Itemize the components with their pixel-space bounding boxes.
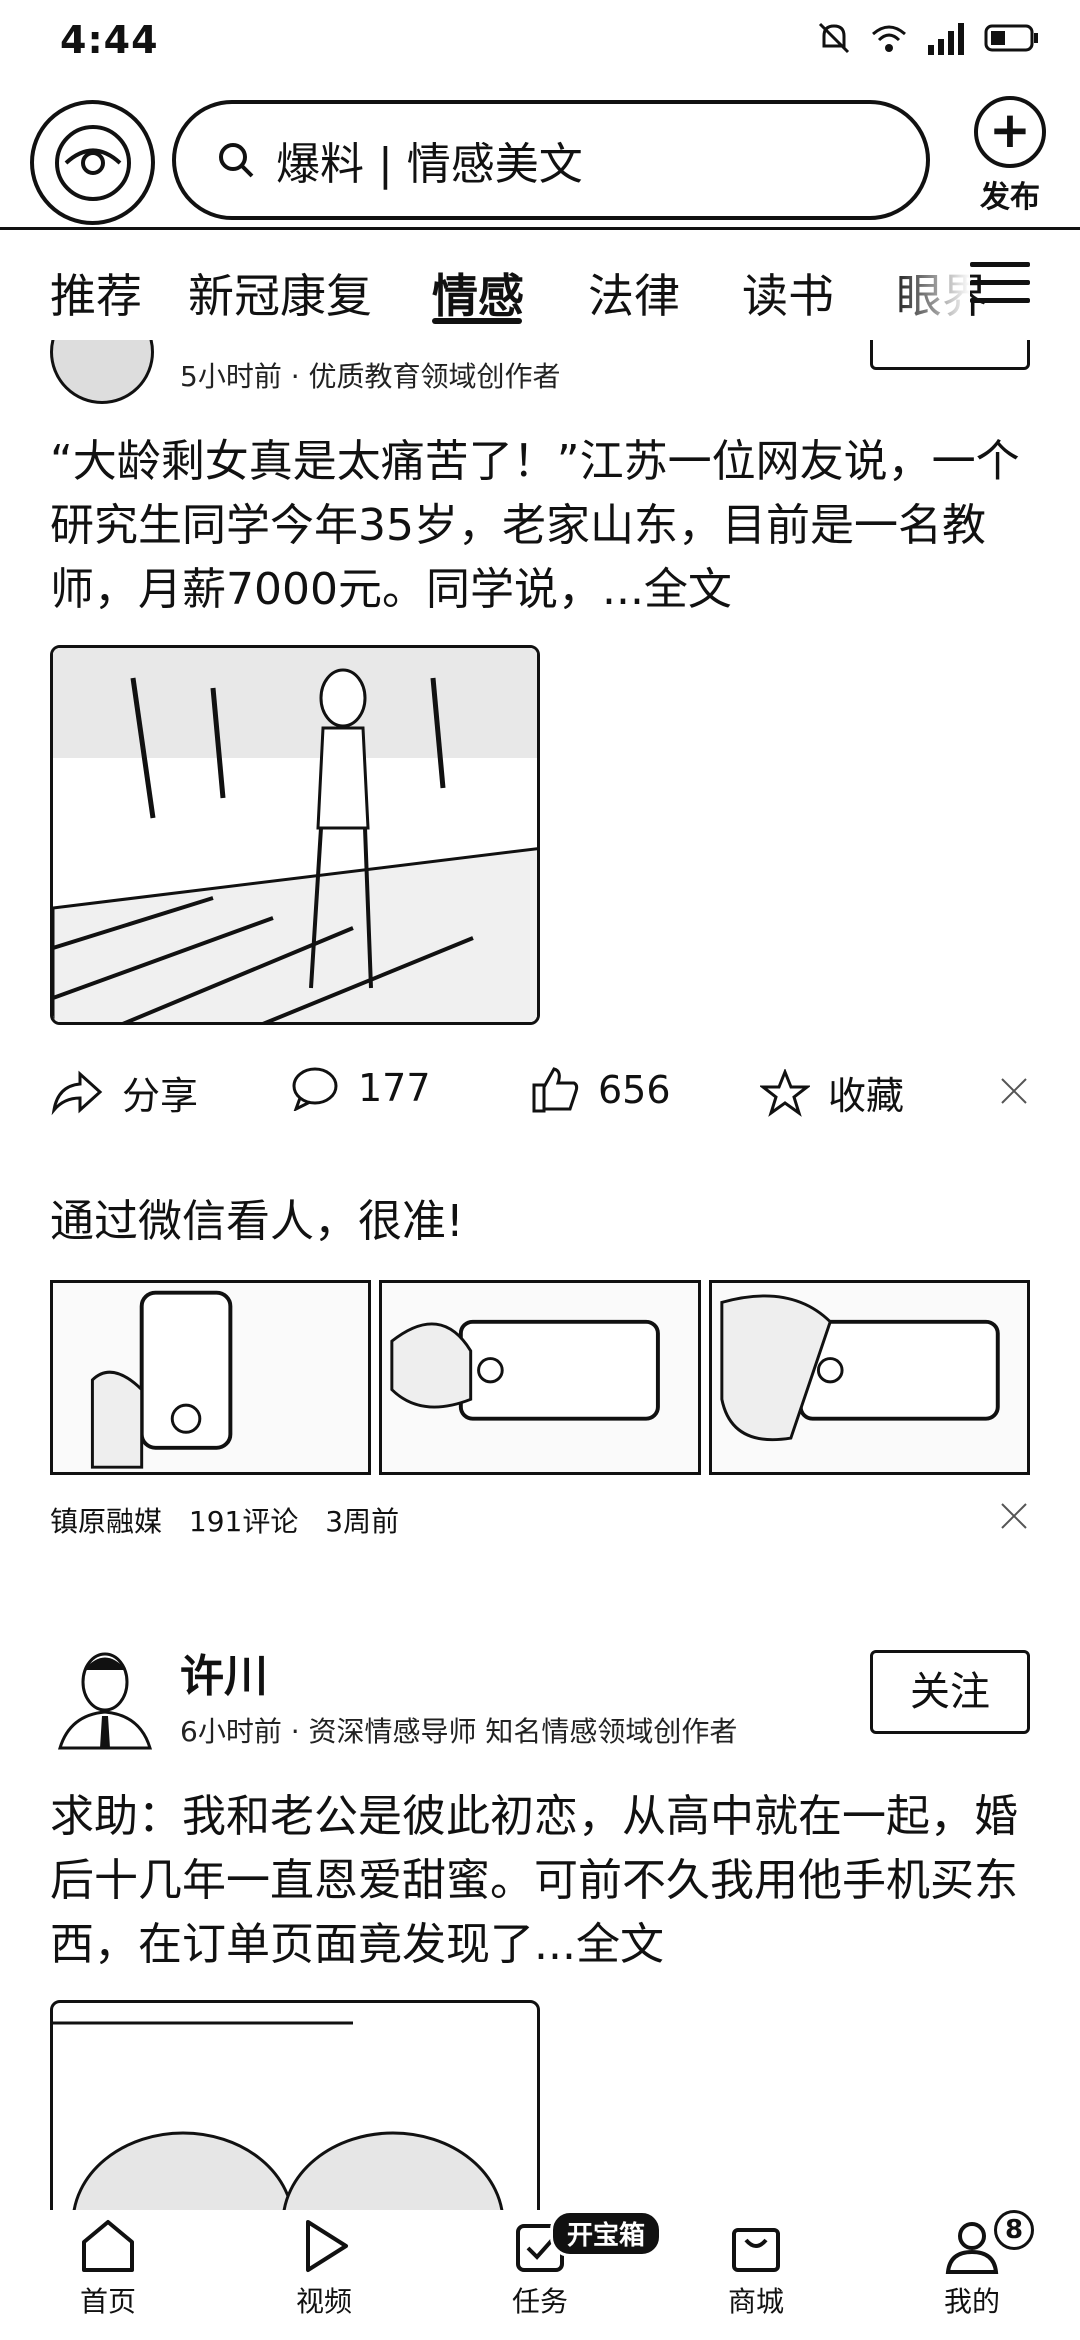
search-icon — [219, 143, 254, 178]
nav-mall[interactable]: 商城 — [696, 2216, 816, 2320]
news-feed[interactable]: 5小时前 · 优质教育领域创作者 “大龄剩女真是太痛苦了！”江苏一位网友说，一个… — [0, 340, 1080, 2210]
status-icons — [816, 20, 1040, 56]
post-footer: 镇原融媒 191评论 3周前 — [50, 1500, 1050, 1540]
street-photo — [53, 648, 537, 1022]
share-label: 分享 — [122, 1074, 199, 1118]
close-icon[interactable] — [998, 1500, 1030, 1532]
follow-button[interactable] — [870, 340, 1030, 370]
nav-video-label: 视频 — [295, 2285, 352, 2318]
favorite-label: 收藏 — [828, 1074, 905, 1118]
bag-icon — [732, 2228, 780, 2272]
tab-menu-icon[interactable] — [970, 262, 1030, 312]
tabs-fade — [890, 240, 970, 330]
phone-hand-image — [390, 1319, 661, 1421]
nav-home-label: 首页 — [79, 2285, 136, 2318]
tab-reading[interactable]: 读书 — [742, 260, 834, 326]
thumb-image — [50, 1280, 372, 1475]
tab-law[interactable]: 法律 — [588, 260, 680, 326]
like-action[interactable]: 656 — [530, 1065, 671, 1115]
follow-button[interactable]: 关注 — [870, 1650, 1030, 1734]
heads-photo — [53, 2021, 504, 2210]
play-icon — [306, 2220, 348, 2272]
post-title[interactable]: 通过微信看人，很准! — [50, 1190, 464, 1254]
nav-task-label: 任务 — [511, 2285, 568, 2318]
tab-emotion[interactable]: 情感 — [432, 260, 524, 326]
battery-icon — [984, 24, 1038, 52]
active-tab-indicator — [432, 318, 522, 324]
feed-card[interactable]: 许川 6小时前 · 资深情感导师 知名情感领域创作者 关注 求助：我和老公是彼此… — [0, 1640, 1080, 2210]
comment-action[interactable]: 177 — [290, 1065, 431, 1111]
dismiss-button[interactable] — [998, 1075, 1030, 1107]
search-hint: 爆料 | 情感美文 — [276, 139, 583, 190]
phone-hand-image — [720, 1294, 1000, 1442]
nav-home[interactable]: 首页 — [48, 2216, 168, 2320]
post-source[interactable]: 镇原融媒 — [50, 1505, 162, 1538]
notification-badge: 8 — [994, 2210, 1034, 2250]
image-strip[interactable] — [50, 1280, 1030, 1475]
author-avatar[interactable] — [50, 1640, 160, 1750]
nav-mall-label: 商城 — [727, 2285, 784, 2318]
comment-count: 177 — [358, 1066, 431, 1110]
header: 爆料 | 情感美文 + 发布 — [0, 90, 1080, 230]
status-bar: 4:44 — [0, 0, 1080, 80]
tab-recommend[interactable]: 推荐 — [50, 260, 142, 326]
author-name[interactable]: 许川 — [180, 1640, 268, 1704]
post-text[interactable]: “大龄剩女真是太痛苦了！”江苏一位网友说，一个研究生同学今年35岁，老家山东，目… — [50, 430, 1030, 622]
mute-icon — [818, 22, 850, 54]
person-avatar-image — [57, 1652, 153, 1750]
publish-label: 发布 — [980, 180, 1040, 215]
plus-icon: + — [974, 96, 1046, 168]
comment-icon — [292, 1067, 338, 1111]
signal-icon — [928, 23, 964, 55]
star-icon — [760, 1068, 810, 1117]
share-icon — [51, 1070, 103, 1115]
nav-video[interactable]: 视频 — [264, 2216, 384, 2320]
post-time: 3周前 — [325, 1505, 400, 1538]
author-avatar[interactable] — [50, 340, 154, 404]
feed-card[interactable]: 通过微信看人，很准! — [0, 1190, 1080, 1480]
post-image[interactable] — [50, 2000, 540, 2210]
thumbs-up-icon — [532, 1067, 579, 1113]
tab-covid-recovery[interactable]: 新冠康复 — [188, 260, 372, 326]
bottom-nav: 首页 视频 任务 开宝箱 商城 我的 8 — [0, 2210, 1080, 2340]
search-bar[interactable]: 爆料 | 情感美文 — [172, 100, 930, 220]
like-count: 656 — [598, 1068, 671, 1112]
favorite-action[interactable]: 收藏 — [760, 1065, 904, 1120]
post-comment-count: 191评论 — [188, 1505, 299, 1538]
thumb-image — [379, 1280, 701, 1475]
wifi-icon — [872, 25, 906, 52]
treasure-box-badge[interactable]: 开宝箱 — [550, 2210, 663, 2257]
app-logo[interactable] — [30, 100, 155, 225]
post-meta: 6小时前 · 资深情感导师 知名情感领域创作者 — [180, 1715, 738, 1748]
feed-card[interactable]: 5小时前 · 优质教育领域创作者 “大龄剩女真是太痛苦了！”江苏一位网友说，一个… — [0, 340, 1080, 1190]
nav-me-label: 我的 — [943, 2285, 1000, 2318]
post-text[interactable]: 求助：我和老公是彼此初恋，从高中就在一起，婚后十几年一直恩爱甜蜜。可前不久我用他… — [50, 1785, 1030, 1977]
thumb-image — [708, 1280, 1030, 1475]
phone-hand-image — [90, 1290, 233, 1469]
home-icon — [82, 2220, 134, 2272]
post-action-bar: 分享 177 656 收藏 — [50, 1065, 1050, 1125]
user-icon — [945, 2222, 999, 2274]
logo-icon — [54, 124, 131, 201]
post-image[interactable] — [50, 645, 540, 1025]
publish-button[interactable]: + 发布 — [960, 96, 1060, 226]
share-action[interactable]: 分享 — [50, 1065, 198, 1120]
post-meta: 5小时前 · 优质教育领域创作者 — [180, 360, 561, 393]
close-icon — [1001, 1078, 1027, 1104]
status-time: 4:44 — [60, 18, 159, 62]
